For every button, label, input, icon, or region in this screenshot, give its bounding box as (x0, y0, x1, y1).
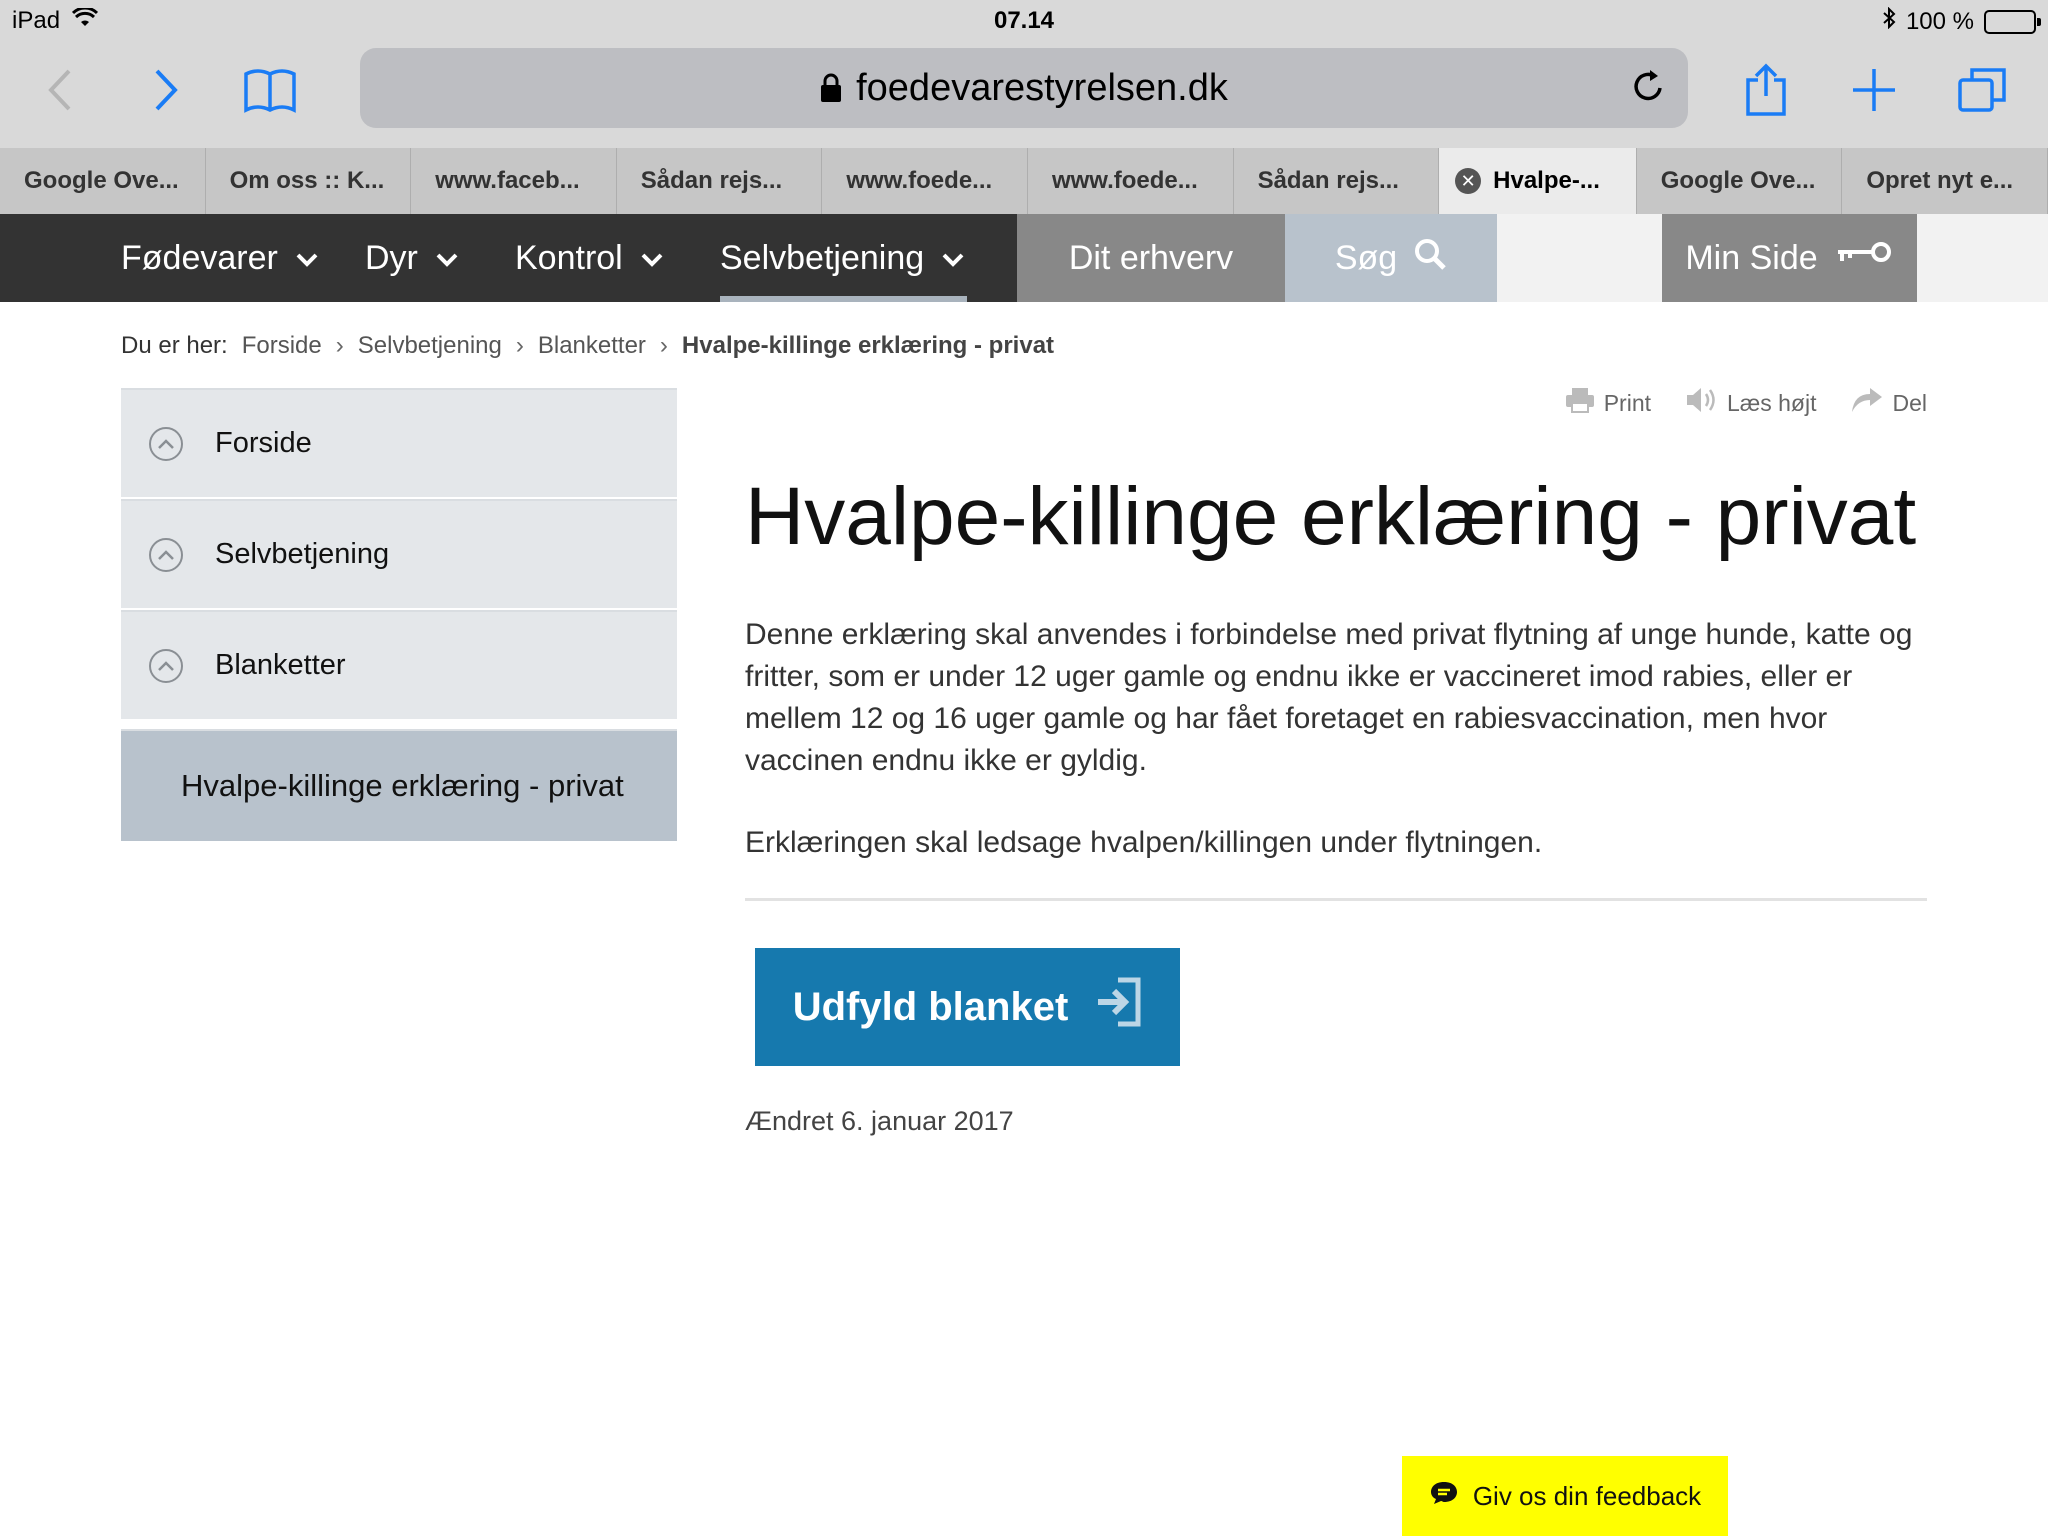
browser-tab-active[interactable]: ✕ Hvalpe-... (1439, 148, 1637, 214)
chevron-down-icon (641, 243, 663, 274)
chevron-right-icon: › (659, 332, 668, 359)
printer-icon (1564, 386, 1596, 420)
share-icon[interactable] (1734, 58, 1798, 122)
sidebar: Forside Selvbetjening Blanketter Hvalpe-… (121, 388, 677, 843)
nav-active-indicator (720, 296, 967, 302)
chevron-right-icon: › (335, 332, 344, 359)
breadcrumb: Du er her: Forside › Selvbetjening › Bla… (121, 332, 1054, 360)
bookmarks-icon[interactable] (238, 58, 302, 122)
tabs-overview-icon[interactable] (1950, 58, 2014, 122)
last-changed: Ændret 6. januar 2017 (745, 1106, 1014, 1136)
login-arrow-icon (1094, 977, 1142, 1037)
browser-tab[interactable]: www.foede... (1028, 148, 1234, 214)
key-icon (1834, 239, 1894, 278)
nav-item-foedevarer[interactable]: Fødevarer (121, 214, 318, 302)
search-icon (1413, 237, 1447, 280)
breadcrumb-prefix: Du er her: (121, 332, 228, 359)
chevron-up-circle-icon (149, 648, 183, 683)
clock: 07.14 (993, 7, 1055, 34)
browser-tab[interactable]: Om oss :: K... (206, 148, 412, 214)
sidebar-item-active[interactable]: Hvalpe-killinge erklæring - privat (121, 729, 677, 841)
sidebar-item-forside[interactable]: Forside (121, 388, 677, 497)
new-tab-icon[interactable] (1842, 58, 1906, 122)
breadcrumb-current: Hvalpe-killinge erklæring - privat (681, 332, 1055, 359)
divider (745, 898, 1927, 901)
browser-toolbar: foedevarestyrelsen.dk (0, 40, 2048, 148)
fill-form-button[interactable]: Udfyld blanket (755, 948, 1180, 1066)
note-text: Erklæringen skal ledsage hvalpen/killing… (745, 826, 1543, 859)
speaker-icon (1685, 386, 1719, 420)
browser-tab[interactable]: Opret nyt e... (1842, 148, 2048, 214)
browser-tabs: Google Ove... Om oss :: K... www.faceb..… (0, 148, 2048, 214)
forward-icon[interactable] (134, 58, 198, 122)
lock-icon (820, 73, 842, 103)
battery-icon (1984, 9, 2041, 34)
chevron-down-icon (436, 243, 458, 274)
chat-bubble-icon (1429, 1480, 1459, 1513)
chevron-down-icon (296, 243, 318, 274)
browser-tab[interactable]: Google Ove... (1637, 148, 1843, 214)
breadcrumb-link[interactable]: Forside (242, 332, 322, 360)
breadcrumb-link[interactable]: Blanketter (538, 332, 646, 360)
chevron-right-icon: › (515, 332, 524, 359)
feedback-button[interactable]: Giv os din feedback (1402, 1456, 1728, 1536)
dit-erhverv-button[interactable]: Dit erhverv (1017, 214, 1285, 302)
browser-tab[interactable]: Sådan rejs... (1234, 148, 1440, 214)
breadcrumb-link[interactable]: Selvbetjening (358, 332, 502, 360)
read-aloud-button[interactable]: Læs højt (1685, 386, 1816, 420)
print-button[interactable]: Print (1564, 386, 1651, 420)
browser-tab[interactable]: Sådan rejs... (617, 148, 823, 214)
chevron-up-circle-icon (149, 426, 183, 461)
nav-item-selvbetjening[interactable]: Selvbetjening (720, 214, 964, 302)
browser-tab[interactable]: www.foede... (822, 148, 1028, 214)
url-text: foedevarestyrelsen.dk (856, 66, 1228, 109)
sidebar-item-blanketter[interactable]: Blanketter (121, 610, 677, 719)
nav-item-kontrol[interactable]: Kontrol (515, 214, 663, 302)
share-arrow-icon (1850, 386, 1884, 420)
page-tools: Print Læs højt Del (1564, 386, 1927, 420)
sidebar-item-selvbetjening[interactable]: Selvbetjening (121, 499, 677, 608)
chevron-up-circle-icon (149, 537, 183, 572)
browser-tab[interactable]: Google Ove... (0, 148, 206, 214)
chevron-down-icon (942, 243, 964, 274)
share-page-button[interactable]: Del (1850, 386, 1927, 420)
battery-percent: 100 % (1905, 7, 1974, 35)
status-bar: iPad 07.14 100 % (0, 0, 2048, 40)
site-navigation: Fødevarer Dyr Kontrol Selvbetjening Dit … (0, 214, 2048, 302)
nav-item-dyr[interactable]: Dyr (365, 214, 458, 302)
intro-text: Denne erklæring skal anvendes i forbinde… (745, 618, 1913, 777)
close-tab-icon[interactable]: ✕ (1455, 168, 1482, 194)
reload-icon[interactable] (1630, 66, 1666, 116)
search-button[interactable]: Søg (1285, 214, 1497, 302)
browser-tab[interactable]: www.faceb... (411, 148, 617, 214)
bluetooth-icon (1882, 6, 1896, 36)
address-bar[interactable]: foedevarestyrelsen.dk (360, 48, 1688, 128)
min-side-button[interactable]: Min Side (1662, 214, 1917, 302)
back-icon[interactable] (28, 58, 92, 122)
page-title: Hvalpe-killinge erklæring - privat (745, 471, 1917, 562)
